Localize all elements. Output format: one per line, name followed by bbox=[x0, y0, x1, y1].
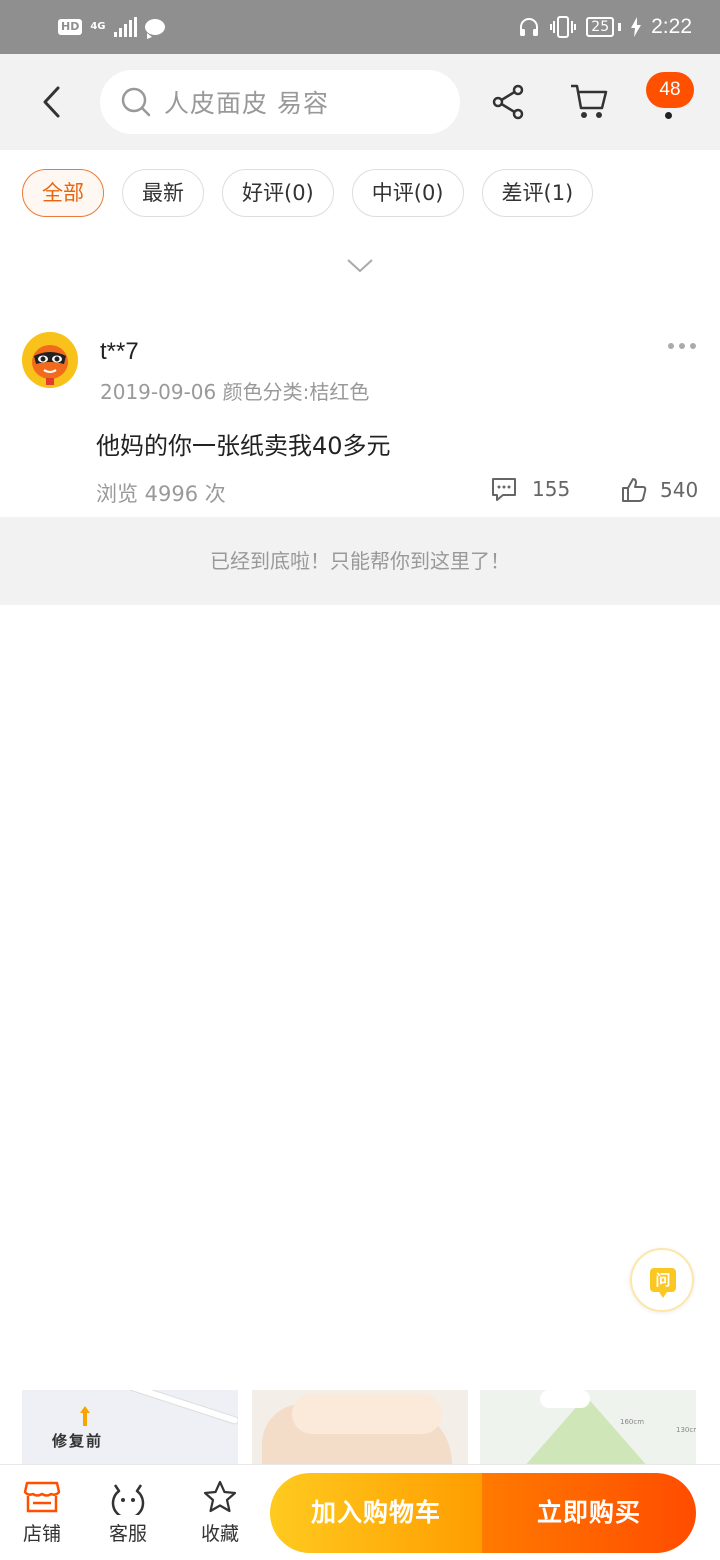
store-button[interactable]: 店铺 bbox=[12, 1479, 72, 1546]
arrow-up-icon bbox=[80, 1406, 90, 1426]
star-icon bbox=[203, 1480, 237, 1513]
comment-count: 155 bbox=[532, 477, 571, 501]
headphones-icon bbox=[520, 18, 539, 36]
filter-neutral[interactable]: 中评(0) bbox=[351, 169, 464, 217]
customer-service-icon bbox=[111, 1484, 145, 1515]
thumbs-up-icon bbox=[622, 478, 647, 502]
battery-level: 25 bbox=[586, 17, 615, 37]
charging-icon bbox=[631, 17, 642, 37]
share-button[interactable] bbox=[488, 82, 528, 122]
product-size-label-b: 130cm bbox=[676, 1426, 696, 1434]
customer-service-button[interactable]: 客服 bbox=[98, 1479, 158, 1546]
search-icon bbox=[121, 87, 151, 117]
purchase-actions: 加入购物车 立即购买 bbox=[270, 1473, 696, 1553]
signal-icon bbox=[113, 17, 137, 37]
filter-positive[interactable]: 好评(0) bbox=[222, 169, 334, 217]
filter-latest[interactable]: 最新 bbox=[122, 169, 204, 217]
avatar-mascot-icon bbox=[22, 332, 78, 388]
like-count: 540 bbox=[660, 478, 699, 502]
comment-icon bbox=[492, 478, 516, 501]
status-bar: HD 4G 25 2:22 bbox=[0, 0, 720, 54]
review-filter-tabs: 全部 最新 好评(0) 中评(0) 差评(1) bbox=[22, 169, 594, 217]
messages-button[interactable]: 48 bbox=[640, 72, 700, 136]
clock: 2:22 bbox=[651, 15, 692, 38]
hd-indicator: HD bbox=[58, 19, 83, 35]
recommended-product-3[interactable]: 160cm 130cm bbox=[480, 1390, 696, 1464]
cart-icon bbox=[571, 84, 608, 118]
search-placeholder: 人皮面皮 易容 bbox=[164, 89, 329, 118]
share-icon bbox=[492, 84, 524, 120]
product-image-cloud bbox=[540, 1390, 590, 1408]
more-menu-dot bbox=[665, 112, 672, 119]
review-view-count: 浏览 4996 次 bbox=[96, 482, 226, 506]
message-notification-icon bbox=[144, 19, 165, 39]
status-right: 25 2:22 bbox=[518, 12, 692, 42]
review-meta: 2019-09-06 颜色分类:桔红色 bbox=[100, 380, 370, 404]
review-text: 他妈的你一张纸卖我40多元 bbox=[96, 432, 391, 460]
filter-all[interactable]: 全部 bbox=[22, 169, 104, 217]
favorite-button[interactable]: 收藏 bbox=[190, 1479, 250, 1546]
network-type: 4G bbox=[90, 21, 106, 32]
review-card: t**7 2019-09-06 颜色分类:桔红色 他妈的你一张纸卖我40多元 浏… bbox=[0, 318, 720, 517]
top-nav: 人皮面皮 易容 48 bbox=[0, 54, 720, 150]
customer-service-label: 客服 bbox=[108, 1523, 147, 1545]
product-image-fabric-fold bbox=[292, 1394, 442, 1434]
bottom-action-bar: 店铺 客服 收藏 加入购物车 立即购买 bbox=[0, 1464, 720, 1560]
like-button[interactable]: 540 bbox=[620, 476, 698, 504]
search-input[interactable]: 人皮面皮 易容 bbox=[100, 70, 460, 134]
product-image-pen bbox=[104, 1390, 238, 1426]
ask-icon: 问 bbox=[650, 1268, 676, 1298]
battery-tip bbox=[618, 23, 622, 31]
favorite-label: 收藏 bbox=[200, 1523, 239, 1545]
review-username: t**7 bbox=[100, 338, 139, 365]
product-size-label-a: 160cm bbox=[620, 1418, 645, 1426]
status-left: HD 4G bbox=[58, 14, 165, 40]
end-of-list-message: 已经到底啦！只能帮你到这里了！ bbox=[0, 517, 720, 605]
recommended-product-1[interactable]: 修复前 bbox=[22, 1390, 238, 1464]
chevron-down-icon[interactable] bbox=[345, 256, 375, 276]
back-button[interactable] bbox=[32, 78, 72, 126]
battery-indicator: 25 bbox=[586, 17, 622, 37]
ask-question-button[interactable]: 问 bbox=[630, 1248, 694, 1312]
add-to-cart-button[interactable]: 加入购物车 bbox=[270, 1473, 482, 1553]
buy-now-button[interactable]: 立即购买 bbox=[482, 1473, 696, 1553]
store-icon bbox=[23, 1481, 61, 1513]
comment-button[interactable]: 155 bbox=[490, 476, 570, 502]
recommendation-strip: 修复前 160cm 130cm bbox=[22, 1390, 698, 1464]
filter-negative[interactable]: 差评(1) bbox=[481, 169, 594, 217]
cart-button[interactable] bbox=[568, 82, 612, 122]
vibrate-icon bbox=[550, 16, 577, 38]
avatar[interactable] bbox=[22, 332, 78, 388]
recommended-product-2[interactable] bbox=[252, 1390, 468, 1464]
chevron-left-icon bbox=[43, 86, 60, 118]
more-options-button[interactable] bbox=[668, 340, 696, 352]
product-image-caption: 修复前 bbox=[52, 1432, 104, 1450]
message-count-badge: 48 bbox=[646, 72, 694, 108]
store-label: 店铺 bbox=[22, 1523, 61, 1545]
